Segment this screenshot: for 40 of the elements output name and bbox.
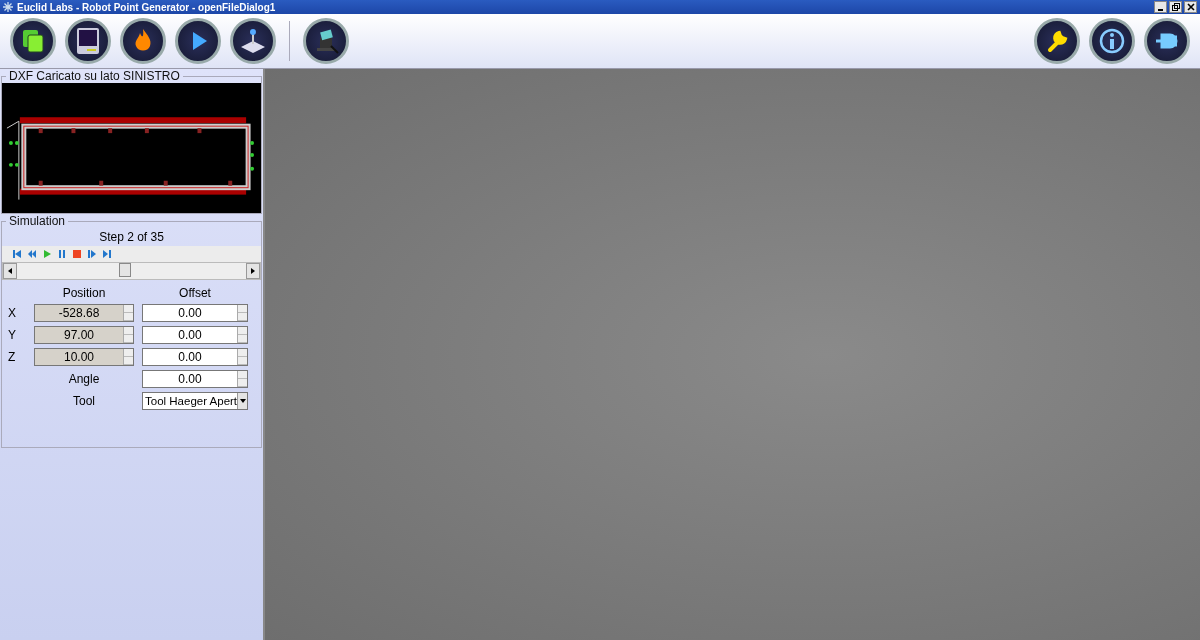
window-title: Euclid Labs - Robot Point Generator - openFileDialog1 — [17, 1, 276, 13]
close-icon — [1186, 3, 1195, 11]
step-slider[interactable] — [2, 262, 261, 280]
axis-label: Y — [8, 328, 17, 342]
column-header: Position — [61, 286, 107, 300]
skip-end-icon[interactable] — [102, 249, 112, 259]
step-label: Step 2 of 35 — [98, 230, 165, 244]
tool-label: Tool — [72, 394, 96, 408]
group-title: Simulation — [8, 214, 67, 228]
toolbar-button[interactable] — [120, 18, 166, 64]
step-forward-icon[interactable] — [87, 249, 97, 259]
angle-label: Angle — [67, 372, 101, 386]
toolbar-button[interactable] — [230, 18, 276, 64]
slider-thumb[interactable] — [119, 263, 131, 277]
scroll-right-icon[interactable] — [246, 263, 260, 279]
scroll-left-icon[interactable] — [3, 263, 17, 279]
skip-start-icon[interactable] — [12, 249, 22, 259]
angle-field[interactable]: 0.00 — [142, 370, 248, 388]
stop-icon[interactable] — [72, 249, 82, 259]
toolbar-button[interactable] — [10, 18, 56, 64]
toolbar-button[interactable] — [303, 18, 349, 64]
toolbar-button[interactable] — [1144, 18, 1190, 64]
toolbar-button[interactable] — [65, 18, 111, 64]
axis-label: Z — [8, 350, 17, 364]
step-back-icon[interactable] — [27, 249, 37, 259]
star-icon — [3, 2, 13, 12]
toolbar-button[interactable] — [1034, 18, 1080, 64]
toolbar-button[interactable] — [175, 18, 221, 64]
toolbar-button[interactable] — [1089, 18, 1135, 64]
minimize-button[interactable] — [1154, 1, 1167, 13]
close-button[interactable] — [1184, 1, 1197, 13]
group-title: DXF Caricato su lato SINISTRO — [8, 69, 181, 83]
axis-label: X — [8, 306, 17, 320]
restore-button[interactable] — [1169, 1, 1182, 13]
caret-icon — [239, 399, 246, 403]
pause-icon[interactable] — [57, 249, 67, 259]
tool-dropdown[interactable]: Tool Haeger Apert — [142, 392, 248, 410]
restore-icon — [1171, 3, 1180, 11]
column-header: Offset — [178, 286, 212, 300]
info-icon — [1097, 26, 1127, 56]
